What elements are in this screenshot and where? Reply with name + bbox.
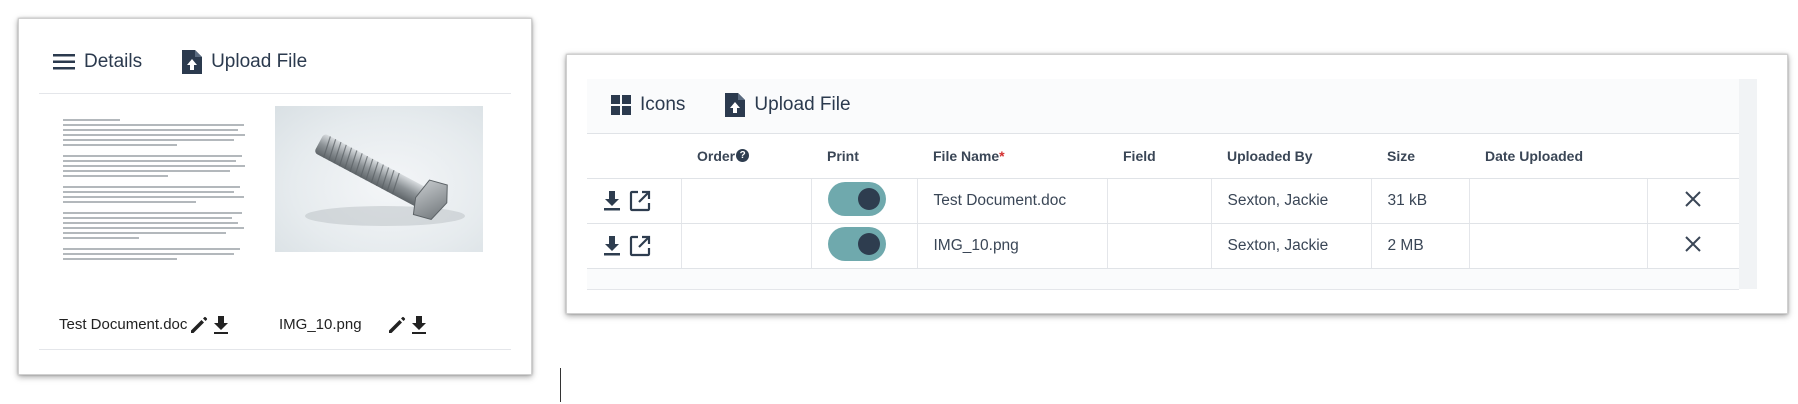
table-row: IMG_10.png Sexton, Jackie 2 MB (587, 223, 1739, 269)
files-table: Order? Print File Name* Field Uploaded B… (587, 133, 1739, 269)
divider (39, 349, 511, 350)
column-header-size[interactable]: Size (1371, 133, 1469, 179)
column-header-remove (1647, 133, 1739, 179)
file-name-cell[interactable]: IMG_10.png (917, 223, 1108, 269)
size-cell: 31 kB (1371, 178, 1470, 224)
field-cell[interactable] (1107, 178, 1212, 224)
open-external-icon[interactable] (629, 235, 651, 257)
file-name-label: Test Document.doc (59, 316, 188, 333)
column-header-order[interactable]: Order? (681, 133, 811, 179)
download-icon[interactable] (603, 236, 621, 256)
file-preview-panel: Details Upload File Test Document.doc IM… (18, 18, 532, 375)
document-thumbnail[interactable] (63, 119, 253, 279)
download-icon[interactable] (411, 316, 427, 334)
date-uploaded-cell (1469, 178, 1648, 224)
column-header-field[interactable]: Field (1107, 133, 1211, 179)
uploaded-by-cell: Sexton, Jackie (1211, 178, 1372, 224)
file-name-cell[interactable]: Test Document.doc (917, 178, 1108, 224)
size-cell: 2 MB (1371, 223, 1470, 269)
image-thumbnail[interactable] (275, 106, 483, 252)
close-icon[interactable] (1685, 190, 1701, 207)
file-name-label: IMG_10.png (279, 316, 362, 333)
column-header-uploaded-by[interactable]: Uploaded By (1211, 133, 1371, 179)
upload-file-label: Upload File (211, 51, 308, 72)
details-label: Details (84, 51, 143, 72)
icons-label: Icons (640, 94, 686, 115)
column-header-print[interactable]: Print (811, 133, 917, 179)
upload-file-label: Upload File (754, 94, 851, 115)
open-external-icon[interactable] (629, 190, 651, 212)
print-cell (811, 223, 918, 269)
field-cell[interactable] (1107, 223, 1212, 269)
print-toggle[interactable] (827, 181, 886, 216)
table-toolbar: Icons Upload File (611, 93, 891, 117)
close-icon[interactable] (1685, 235, 1701, 252)
vertical-scrollbar[interactable] (1739, 79, 1757, 289)
table-row: Test Document.doc Sexton, Jackie 31 kB (587, 178, 1739, 224)
column-header-actions (587, 133, 681, 179)
uploaded-by-cell: Sexton, Jackie (1211, 223, 1372, 269)
upload-file-button[interactable]: Upload File (182, 50, 307, 74)
required-marker: * (999, 148, 1005, 164)
pencil-icon[interactable] (387, 315, 407, 335)
upload-file-button[interactable]: Upload File (725, 93, 851, 117)
remove-cell (1647, 223, 1739, 269)
file-actions (387, 315, 427, 335)
date-uploaded-cell (1469, 223, 1648, 269)
row-actions-cell (587, 223, 682, 269)
text-cursor (560, 368, 561, 402)
bolt-photo (305, 134, 465, 226)
grid-icon (611, 95, 631, 115)
file-table-panel: Icons Upload File Order? Print File Name… (566, 54, 1788, 314)
print-cell (811, 178, 918, 224)
pencil-icon[interactable] (189, 315, 209, 335)
remove-cell (1647, 178, 1739, 224)
order-cell[interactable] (681, 178, 812, 224)
column-header-file-name[interactable]: File Name* (917, 133, 1107, 179)
file-upload-icon (725, 93, 746, 117)
row-actions-cell (587, 178, 682, 224)
file-actions (189, 315, 229, 335)
icons-view-button[interactable]: Icons (611, 94, 685, 116)
column-header-date-uploaded[interactable]: Date Uploaded (1469, 133, 1647, 179)
hamburger-menu-icon (53, 54, 75, 70)
download-icon[interactable] (603, 191, 621, 211)
file-upload-icon (182, 50, 203, 74)
print-toggle[interactable] (827, 226, 886, 261)
order-cell[interactable] (681, 223, 812, 269)
preview-toolbar: Details Upload File (53, 50, 347, 74)
help-circle-icon[interactable]: ? (736, 149, 750, 162)
toggle-knob (857, 232, 880, 255)
details-view-button[interactable]: Details (53, 51, 142, 73)
divider (39, 93, 511, 94)
table-header-row: Order? Print File Name* Field Uploaded B… (587, 133, 1739, 179)
toggle-knob (857, 187, 880, 210)
download-icon[interactable] (213, 316, 229, 334)
